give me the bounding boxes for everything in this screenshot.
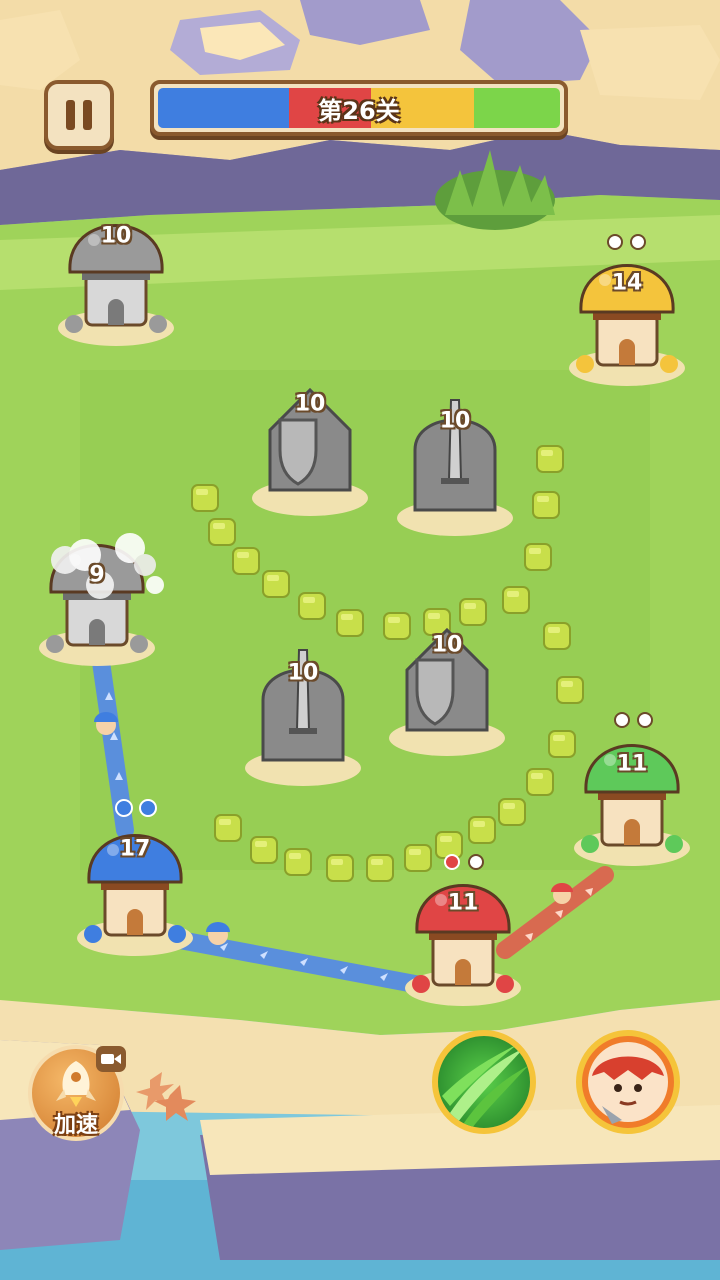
tower-count-green-right: 11 <box>616 751 648 777</box>
tower-count-red-bottom: 11 <box>447 890 479 916</box>
territory-progress-bar: 第26关 <box>150 80 568 136</box>
hero-portrait-icon <box>588 1042 668 1124</box>
pause-icon-bar <box>83 100 92 130</box>
video-camera-icon <box>96 1046 126 1072</box>
tower-count-gray-shield-mid: 10 <box>431 632 463 658</box>
tower-count-gray-sword-top: 10 <box>439 408 471 434</box>
pause-icon <box>66 100 75 130</box>
leaf-storm-skill-button[interactable] <box>432 1030 536 1134</box>
pause-button[interactable] <box>44 80 114 150</box>
tower-count-gray-smoke-left: 9 <box>89 562 105 588</box>
tower-count-blue-left: 17 <box>119 836 151 862</box>
leaf-storm-icon <box>442 1044 528 1128</box>
tower-count-gray-shield-top: 10 <box>294 391 326 417</box>
hero-skill-button[interactable] <box>576 1030 680 1134</box>
level-label: 第26关 <box>318 96 400 125</box>
progress-track: 第26关 <box>158 88 560 128</box>
tower-count-gray-sword-mid: 10 <box>287 660 319 686</box>
tower-count-gray-top-left: 10 <box>100 223 132 249</box>
tower-count-yellow-right: 14 <box>611 270 643 296</box>
speed-up-label: 加速 <box>53 1113 98 1138</box>
